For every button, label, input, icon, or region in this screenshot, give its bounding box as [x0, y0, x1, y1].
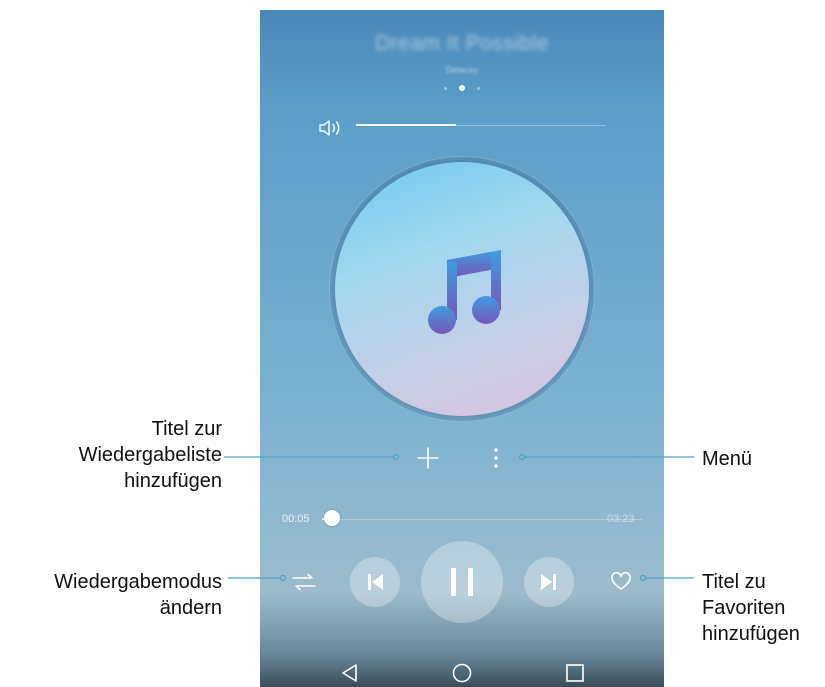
favorite-button[interactable]	[610, 571, 632, 593]
current-time: 00:05	[282, 513, 310, 525]
page-indicator[interactable]	[444, 84, 480, 92]
annotation-play-mode: Wiedergabemodus ändern	[0, 569, 222, 621]
pause-icon	[451, 568, 473, 596]
annotation-line: Wiedergabemodus	[54, 571, 222, 593]
skip-next-icon	[541, 574, 556, 590]
annotation-line: Titel zu	[702, 571, 766, 593]
annotation-line: hinzufügen	[702, 623, 800, 645]
speaker-icon[interactable]	[318, 118, 344, 138]
page-dot	[477, 86, 480, 90]
seek-handle[interactable]	[323, 510, 340, 526]
music-player-screen: Dream It Possible Delacey 00:05 03:23	[260, 10, 664, 687]
volume-slider[interactable]	[356, 124, 606, 126]
annotation-menu: Menü	[702, 446, 825, 472]
seek-bar[interactable]	[322, 518, 642, 520]
annotation-line: Titel zur	[151, 418, 222, 440]
annotation-line: hinzufügen	[124, 470, 222, 492]
page-dot-active	[459, 85, 465, 91]
page-dot	[444, 86, 447, 90]
annotation-line: Favoriten	[702, 597, 786, 619]
song-title: Dream It Possible	[374, 32, 550, 55]
skip-previous-icon	[368, 574, 383, 590]
add-to-playlist-button[interactable]	[414, 444, 442, 472]
play-mode-button[interactable]	[290, 572, 318, 592]
menu-button[interactable]	[486, 444, 506, 472]
volume-level	[356, 124, 456, 126]
next-track-button[interactable]	[524, 557, 574, 607]
home-circle-icon[interactable]	[451, 662, 473, 684]
song-artist: Delacey	[445, 65, 479, 75]
annotation-line: ändern	[159, 597, 222, 619]
previous-track-button[interactable]	[350, 557, 400, 607]
annotation-add-to-playlist: Titel zur Wiedergabeliste hinzufügen	[0, 416, 222, 494]
annotation-line: Menü	[702, 448, 753, 470]
pause-button[interactable]	[421, 541, 503, 623]
annotation-line: Wiedergabeliste	[78, 444, 222, 466]
back-triangle-icon[interactable]	[339, 662, 361, 684]
annotation-favorites: Titel zu Favoriten hinzufügen	[702, 569, 825, 647]
recent-square-icon[interactable]	[564, 662, 586, 684]
music-note-icon	[428, 250, 501, 334]
